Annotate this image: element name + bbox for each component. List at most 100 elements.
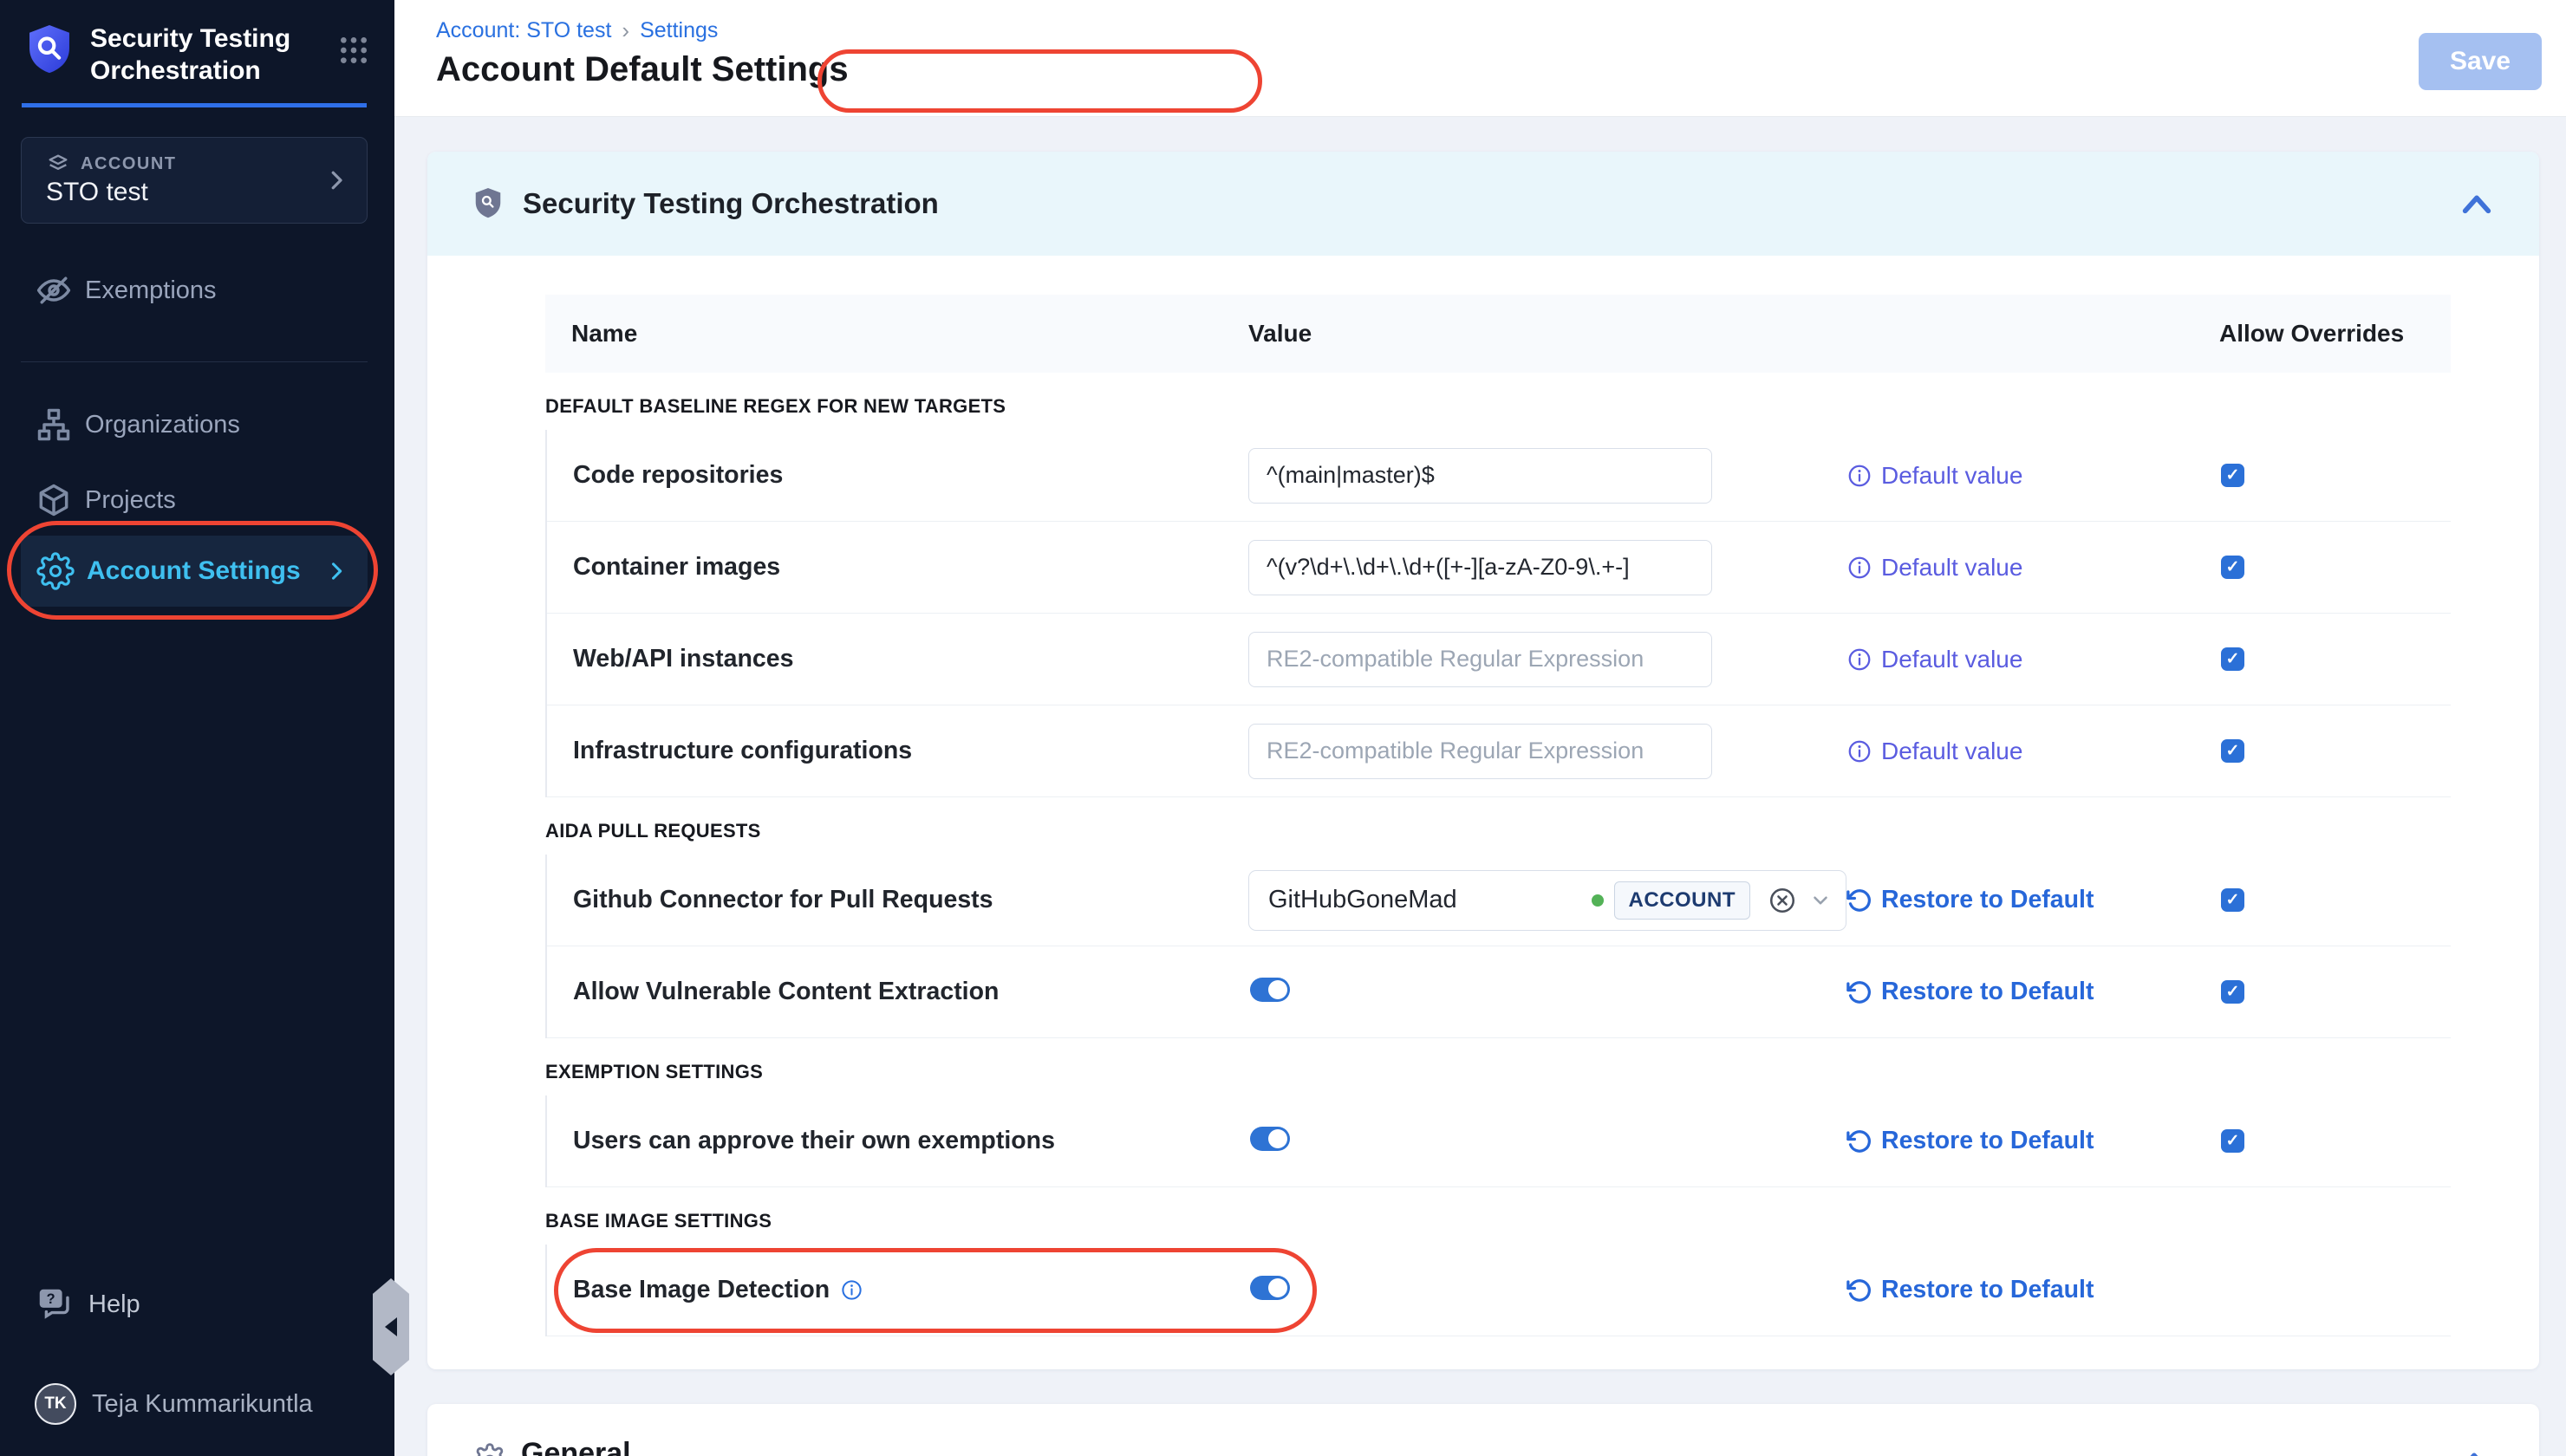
allow-override-checkbox[interactable]	[2221, 647, 2244, 671]
scope-label: ACCOUNT	[81, 154, 177, 174]
table-row-code-repositories: Code repositories Default value	[547, 430, 2451, 522]
annotation-oval-title	[817, 49, 1262, 113]
table-row-base-image-detection: Base Image Detection Restore to Default	[547, 1245, 2451, 1336]
top-bar: Account: STO test › Settings Account Def…	[394, 0, 2566, 117]
help-button[interactable]: ? Help	[35, 1284, 140, 1324]
app-root: Security Testing Orchestration ACCOUNT S…	[0, 0, 2566, 1456]
eye-off-icon	[35, 271, 73, 309]
restore-icon	[1846, 1277, 1872, 1303]
restore-to-default-link[interactable]: Restore to Default	[1846, 978, 2219, 1006]
section-label-exemption-settings: EXEMPTION SETTINGS	[545, 1061, 2451, 1083]
panel-title: Security Testing Orchestration	[523, 187, 939, 220]
section-label-baseline-regex: DEFAULT BASELINE REGEX FOR NEW TARGETS	[545, 395, 2451, 418]
default-value-link[interactable]: Default value	[1846, 462, 2219, 490]
info-icon	[1846, 463, 1872, 489]
chevron-up-icon[interactable]	[2459, 188, 2494, 219]
table-row-github-connector: Github Connector for Pull Requests GitHu…	[547, 855, 2451, 946]
info-icon	[1846, 555, 1872, 581]
allow-override-checkbox[interactable]	[2221, 980, 2244, 1004]
table-row-infrastructure-configurations: Infrastructure configurations Default va…	[547, 705, 2451, 797]
table-row-container-images: Container images Default value	[547, 522, 2451, 614]
allow-override-checkbox[interactable]	[2221, 888, 2244, 912]
restore-to-default-link[interactable]: Restore to Default	[1846, 1276, 2219, 1304]
sidebar-item-label: Exemptions	[85, 276, 217, 305]
allow-override-checkbox[interactable]	[2221, 464, 2244, 487]
clear-icon[interactable]	[1768, 886, 1797, 915]
table-row-approve-own-exemptions: Users can approve their own exemptions R…	[547, 1095, 2451, 1187]
main-area: Account: STO test › Settings Account Def…	[394, 0, 2566, 1456]
sidebar: Security Testing Orchestration ACCOUNT S…	[0, 0, 394, 1456]
chevron-up-icon[interactable]	[2457, 1446, 2491, 1456]
sidebar-item-label: Account Settings	[87, 556, 301, 586]
sidebar-collapse-handle[interactable]	[373, 1278, 409, 1375]
sto-settings-panel: Security Testing Orchestration Name Valu…	[427, 152, 2539, 1369]
chevron-right-icon	[323, 167, 349, 193]
help-chat-icon: ?	[35, 1284, 75, 1324]
section-label-base-image-settings: BASE IMAGE SETTINGS	[545, 1210, 2451, 1232]
page-title: Account Default Settings	[436, 50, 849, 89]
scope-value: STO test	[46, 178, 148, 207]
sidebar-item-projects[interactable]: Projects	[0, 474, 394, 526]
panel-header[interactable]: Security Testing Orchestration	[427, 152, 2539, 256]
scope-tag: ACCOUNT	[1614, 881, 1751, 920]
setting-name: Code repositories	[547, 461, 1248, 490]
general-settings-panel: General	[427, 1404, 2539, 1456]
user-profile[interactable]: TK Teja Kummarikuntla	[35, 1383, 313, 1425]
organizations-icon	[35, 406, 73, 444]
section-group: Users can approve their own exemptions R…	[545, 1095, 2451, 1187]
connector-name: GitHubGoneMad	[1268, 886, 1457, 914]
chevron-down-icon[interactable]	[1809, 889, 1832, 912]
connector-select[interactable]: GitHubGoneMad ACCOUNT	[1248, 870, 1846, 931]
content-area: Security Testing Orchestration Name Valu…	[394, 117, 2566, 1456]
settings-sections: DEFAULT BASELINE REGEX FOR NEW TARGETS C…	[545, 395, 2451, 1336]
section-group: Code repositories Default value Containe…	[545, 430, 2451, 797]
account-scope-card[interactable]: ACCOUNT STO test	[21, 137, 368, 224]
chevron-right-icon	[324, 559, 348, 583]
gear-icon	[36, 552, 75, 590]
sidebar-item-account-settings[interactable]: Account Settings	[21, 536, 368, 607]
svg-text:?: ?	[47, 1291, 55, 1307]
user-name: Teja Kummarikuntla	[92, 1390, 313, 1419]
app-logo-shield-icon	[24, 23, 75, 78]
restore-to-default-link[interactable]: Restore to Default	[1846, 886, 2219, 914]
allow-override-checkbox[interactable]	[2221, 739, 2244, 763]
table-row-web-api-instances: Web/API instances Default value	[547, 614, 2451, 705]
info-icon	[1846, 738, 1872, 764]
module-grid-icon[interactable]	[336, 33, 371, 68]
setting-name: Github Connector for Pull Requests	[547, 886, 1248, 914]
setting-name: Container images	[547, 553, 1248, 582]
allow-override-checkbox[interactable]	[2221, 556, 2244, 579]
sidebar-divider	[21, 361, 368, 362]
app-title: Security Testing Orchestration	[90, 23, 298, 87]
allow-override-checkbox[interactable]	[2221, 1129, 2244, 1153]
setting-name: Base Image Detection	[547, 1276, 1248, 1304]
toggle-switch-on[interactable]	[1250, 1276, 1290, 1300]
breadcrumb-account-link[interactable]: Account: STO test	[436, 18, 611, 43]
collapse-left-icon	[385, 1317, 397, 1336]
setting-name: Users can approve their own exemptions	[547, 1127, 1248, 1155]
breadcrumb-settings-link[interactable]: Settings	[640, 18, 718, 43]
restore-to-default-link[interactable]: Restore to Default	[1846, 1127, 2219, 1155]
avatar: TK	[35, 1383, 76, 1425]
sidebar-item-organizations[interactable]: Organizations	[0, 399, 394, 451]
sidebar-item-label: Projects	[85, 486, 176, 515]
gear-icon	[472, 1443, 507, 1456]
restore-icon	[1846, 887, 1872, 913]
default-value-link[interactable]: Default value	[1846, 554, 2219, 582]
code-repositories-regex-input[interactable]	[1248, 448, 1712, 504]
web-api-regex-input[interactable]	[1248, 632, 1712, 687]
save-button[interactable]: Save	[2419, 33, 2542, 90]
breadcrumb-separator: ›	[622, 17, 629, 44]
default-value-link[interactable]: Default value	[1846, 738, 2219, 765]
setting-name: Allow Vulnerable Content Extraction	[547, 978, 1248, 1006]
toggle-switch-on[interactable]	[1250, 1127, 1290, 1151]
toggle-switch-on[interactable]	[1250, 978, 1290, 1002]
info-icon[interactable]	[840, 1278, 863, 1302]
breadcrumb: Account: STO test › Settings	[436, 17, 718, 44]
status-dot	[1592, 894, 1604, 907]
container-images-regex-input[interactable]	[1248, 540, 1712, 595]
sidebar-item-exemptions[interactable]: Exemptions	[0, 264, 394, 316]
table-header-row: Name Value Allow Overrides	[545, 295, 2451, 373]
infrastructure-regex-input[interactable]	[1248, 724, 1712, 779]
default-value-link[interactable]: Default value	[1846, 646, 2219, 673]
